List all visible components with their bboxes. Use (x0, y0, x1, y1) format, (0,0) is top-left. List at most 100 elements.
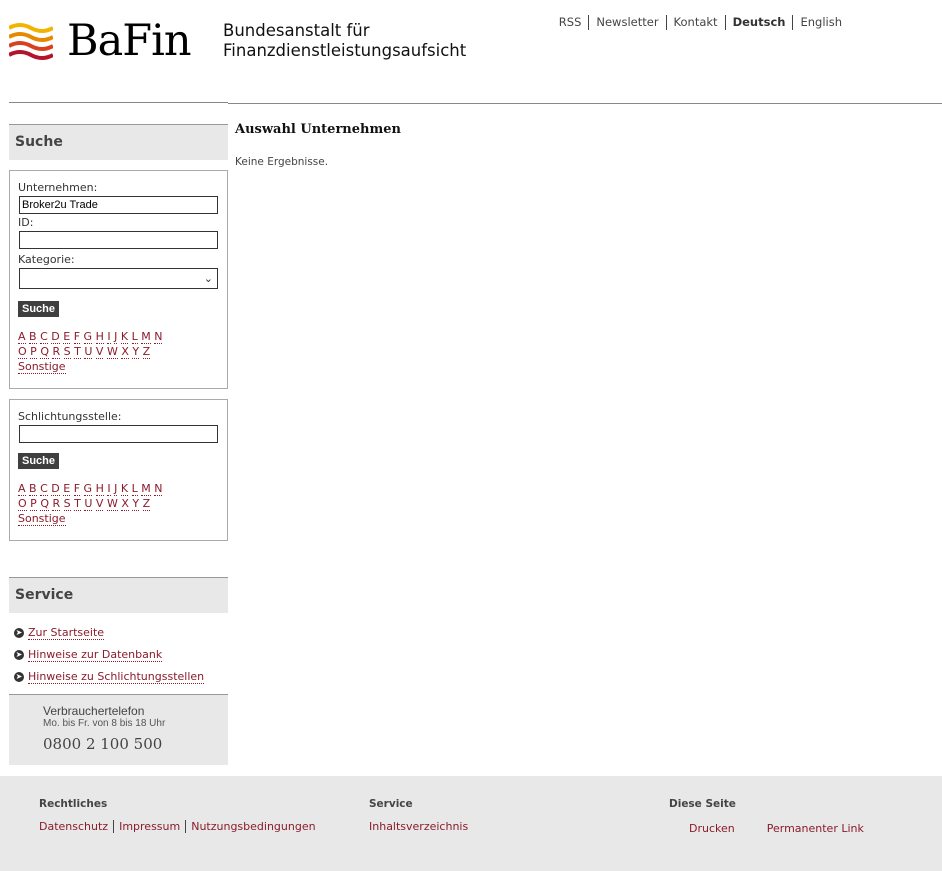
arbitration-alphabet-letter-k[interactable]: K (120, 482, 129, 496)
arbitration-alphabet-row-1: A B C D E F G H I J K L M N (18, 481, 219, 496)
footer-link-nutzungsbedingungen[interactable]: Nutzungsbedingungen (185, 820, 321, 833)
arbitration-alphabet-letter-f[interactable]: F (73, 482, 81, 496)
arbitration-alphabet-letter-e[interactable]: E (63, 482, 71, 496)
arbitration-alphabet-letter-g[interactable]: G (83, 482, 93, 496)
alphabet-letter-d[interactable]: D (51, 330, 60, 344)
alphabet-letter-n[interactable]: N (154, 330, 163, 344)
footer-service: Service Inhaltsverzeichnis (369, 798, 473, 834)
alphabet-letter-c[interactable]: C (40, 330, 48, 344)
alphabet-letter-j[interactable]: J (114, 330, 118, 344)
alphabet-letter-i[interactable]: I (107, 330, 111, 344)
arbitration-alphabet-letter-l[interactable]: L (131, 482, 138, 496)
bafin-waves-icon (9, 23, 53, 60)
alphabet-letter-u[interactable]: U (84, 345, 93, 359)
service-links: ➤ Zur Startseite ➤ Hinweise zur Datenban… (14, 622, 205, 688)
alphabet-other-link[interactable]: Sonstige (18, 360, 66, 374)
footer-link-impressum[interactable]: Impressum (113, 820, 186, 833)
alphabet-letter-b[interactable]: B (29, 330, 37, 344)
alphabet-letter-f[interactable]: F (73, 330, 81, 344)
alphabet-letter-x[interactable]: X (121, 345, 129, 359)
arbitration-other-link[interactable]: Sonstige (18, 512, 66, 526)
alphabet-letter-l[interactable]: L (131, 330, 138, 344)
service-item-schlichtungsstellen: ➤ Hinweise zu Schlichtungsstellen (14, 666, 205, 688)
footer-link-inhaltsverzeichnis[interactable]: Inhaltsverzeichnis (369, 820, 473, 833)
alphabet-letter-w[interactable]: W (106, 345, 118, 359)
arbitration-alphabet-letter-p[interactable]: P (30, 497, 37, 511)
nav-deutsch[interactable]: Deutsch (724, 15, 793, 30)
alphabet-letter-o[interactable]: O (18, 345, 27, 359)
footer-page: Diese Seite Drucken Permanenter Link (669, 798, 876, 835)
search-button[interactable]: Suche (18, 301, 60, 317)
arbitration-alphabet-letter-o[interactable]: O (18, 497, 27, 511)
arbitration-input[interactable] (19, 425, 218, 443)
arrow-right-icon: ➤ (14, 650, 24, 660)
arbitration-alphabet-letter-a[interactable]: A (18, 482, 26, 496)
alphabet-letter-v[interactable]: V (95, 345, 104, 359)
arrow-right-icon: ➤ (14, 672, 24, 682)
alphabet-letter-e[interactable]: E (63, 330, 71, 344)
id-label: ID: (18, 216, 34, 229)
company-input[interactable] (19, 196, 218, 214)
link-hinweise-datenbank[interactable]: Hinweise zur Datenbank (28, 648, 163, 662)
nav-rss[interactable]: RSS (552, 15, 589, 30)
bafin-logo[interactable]: BaFin Bundesanstalt für Finanzdienstleis… (9, 16, 466, 68)
arbitration-alphabet-letter-j[interactable]: J (114, 482, 118, 496)
alphabet-letter-g[interactable]: G (83, 330, 93, 344)
arbitration-alphabet-letter-z[interactable]: Z (142, 497, 151, 511)
alphabet-letter-r[interactable]: R (52, 345, 61, 359)
nav-english[interactable]: English (792, 15, 849, 30)
arbitration-alphabet-letter-h[interactable]: H (95, 482, 104, 496)
arbitration-alphabet-letter-x[interactable]: X (121, 497, 129, 511)
category-select[interactable]: ⌄ (19, 268, 218, 289)
alphabet-letter-z[interactable]: Z (142, 345, 151, 359)
arbitration-alphabet-letter-v[interactable]: V (95, 497, 104, 511)
category-label: Kategorie: (18, 253, 75, 266)
arbitration-alphabet-letter-w[interactable]: W (106, 497, 118, 511)
arbitration-alphabet-letter-d[interactable]: D (51, 482, 60, 496)
alphabet-row-1: A B C D E F G H I J K L M N (18, 329, 219, 344)
alphabet-letter-p[interactable]: P (30, 345, 37, 359)
arbitration-alphabet-letter-n[interactable]: N (154, 482, 163, 496)
arbitration-alphabet-letter-m[interactable]: M (141, 482, 151, 496)
arbitration-alphabet-letter-i[interactable]: I (107, 482, 111, 496)
alphabet-letter-t[interactable]: T (74, 345, 81, 359)
footer-link-datenschutz[interactable]: Datenschutz (39, 820, 113, 833)
arbitration-alphabet-letter-q[interactable]: Q (40, 497, 49, 511)
company-label: Unternehmen: (18, 181, 98, 194)
arbitration-alphabet-letter-s[interactable]: S (63, 497, 71, 511)
company-search-box: Unternehmen: ID: Kategorie: ⌄ Suche A B … (9, 170, 228, 389)
arbitration-alphabet-letter-y[interactable]: Y (132, 497, 140, 511)
arbitration-alphabet-letter-u[interactable]: U (84, 497, 93, 511)
nav-kontakt[interactable]: Kontakt (665, 15, 725, 30)
link-hinweise-schlichtungsstellen[interactable]: Hinweise zu Schlichtungsstellen (28, 670, 205, 684)
phone-number[interactable]: 0800 2 100 500 (43, 735, 194, 753)
nav-newsletter[interactable]: Newsletter (588, 15, 665, 30)
arrow-right-icon: ➤ (14, 628, 24, 638)
alphabet-letter-s[interactable]: S (63, 345, 71, 359)
alphabet-letter-k[interactable]: K (120, 330, 129, 344)
footer-link-drucken[interactable]: Drucken (689, 822, 735, 835)
arbitration-search-button[interactable]: Suche (18, 453, 60, 469)
footer: Rechtliches Datenschutz Impressum Nutzungs… (0, 776, 942, 871)
link-startseite[interactable]: Zur Startseite (28, 626, 105, 640)
header-divider-main (228, 103, 942, 104)
service-item-datenbank: ➤ Hinweise zur Datenbank (14, 644, 204, 666)
alphabet-letter-h[interactable]: H (95, 330, 104, 344)
alphabet-letter-a[interactable]: A (18, 330, 26, 344)
id-input[interactable] (19, 231, 218, 249)
alphabet-letter-y[interactable]: Y (132, 345, 140, 359)
alphabet-letter-q[interactable]: Q (40, 345, 49, 359)
page-title: Auswahl Unternehmen (235, 122, 401, 137)
footer-link-permanenter-link[interactable]: Permanenter Link (767, 822, 864, 835)
arbitration-alphabet-letter-c[interactable]: C (40, 482, 48, 496)
logo-subtitle: Bundesanstalt für Finanzdienstleistungsa… (223, 21, 466, 61)
arbitration-alphabet-letter-b[interactable]: B (29, 482, 37, 496)
search-section-title: Suche (9, 124, 228, 160)
alphabet-letter-m[interactable]: M (141, 330, 151, 344)
arbitration-alphabet-letter-r[interactable]: R (52, 497, 61, 511)
logo-subtitle-line1: Bundesanstalt für (223, 21, 370, 40)
phone-hours: Mo. bis Fr. von 8 bis 18 Uhr (43, 718, 166, 729)
alphabet-row-2: O P Q R S T U V W X Y Z (18, 344, 219, 359)
chevron-down-icon: ⌄ (203, 272, 213, 285)
arbitration-alphabet-letter-t[interactable]: T (74, 497, 81, 511)
